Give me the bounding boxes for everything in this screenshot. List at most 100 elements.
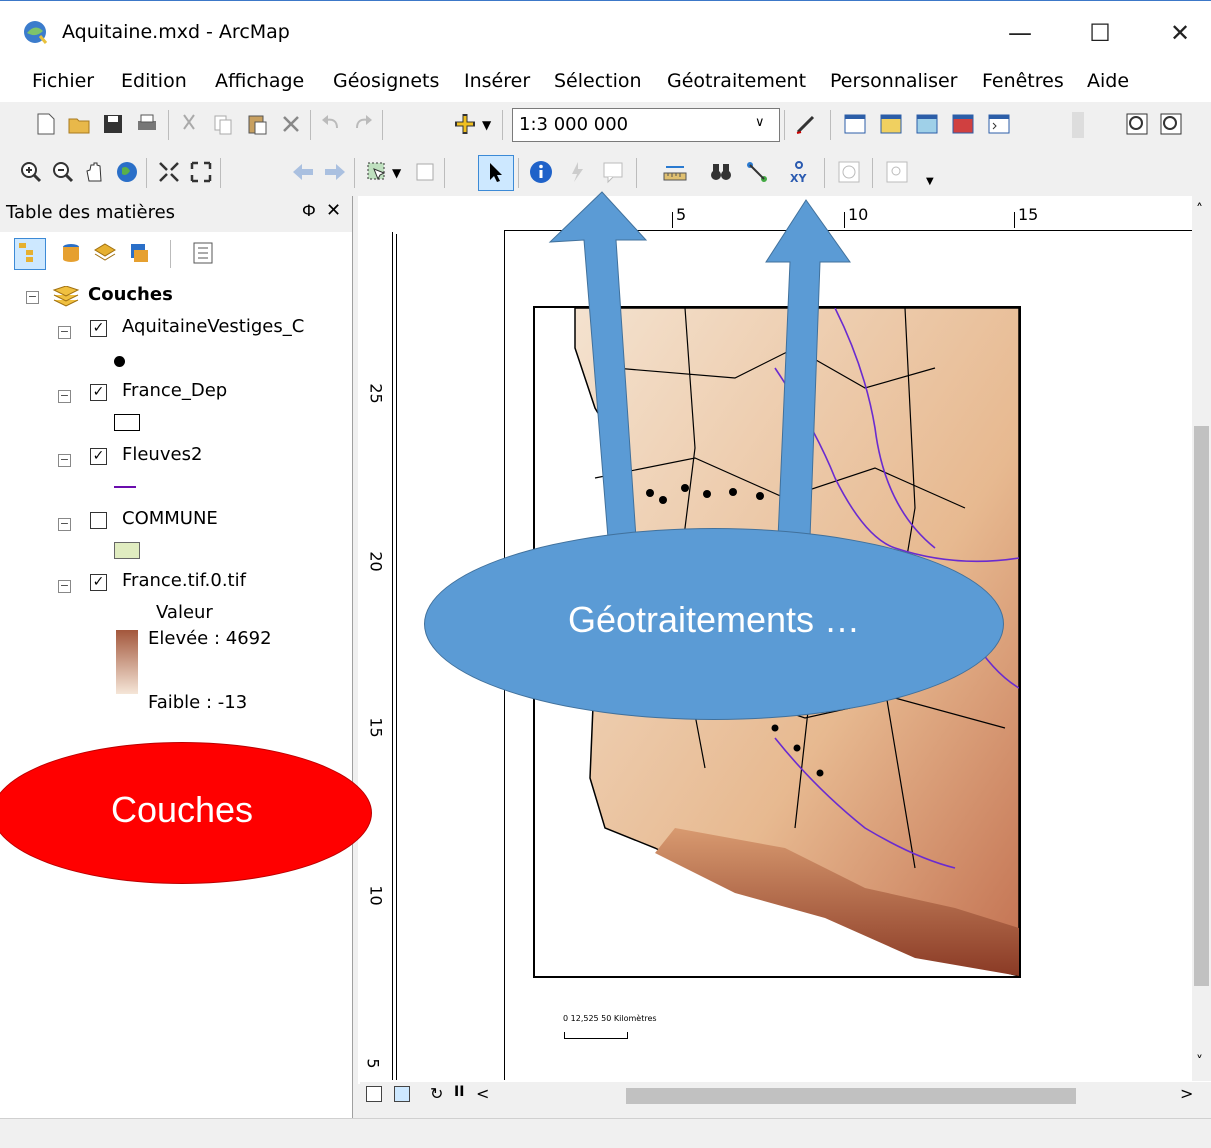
title-bar: Aquitaine.mxd - ArcMap — ☐ ✕	[0, 0, 1211, 63]
layer-name[interactable]: France.tif.0.tif	[122, 570, 246, 591]
zoom-in-icon[interactable]	[18, 159, 44, 185]
menu-fichier[interactable]: Fichier	[32, 70, 94, 92]
scalebar	[564, 1032, 628, 1039]
menu-personnaliser[interactable]: Personnaliser	[830, 70, 958, 92]
callout-text: Couches	[110, 789, 254, 830]
data-view-icon[interactable]	[366, 1086, 382, 1102]
add-data-dropdown-icon[interactable]: ▼	[482, 118, 491, 132]
layer-visibility-checkbox[interactable]	[90, 512, 107, 529]
copy-icon[interactable]	[210, 111, 236, 137]
line-symbol-icon[interactable]	[114, 486, 136, 488]
menu-affichage[interactable]: Affichage	[215, 70, 304, 92]
scroll-thumb[interactable]	[1194, 426, 1209, 986]
table-of-contents-window-icon[interactable]	[842, 111, 868, 137]
vertical-scrollbar[interactable]: ˄ ˅	[1192, 196, 1211, 1081]
menu-fenetres[interactable]: Fenêtres	[982, 70, 1064, 92]
refresh-icon[interactable]: ↻	[430, 1084, 443, 1103]
layer-name[interactable]: COMMUNE	[122, 508, 218, 529]
point-symbol-icon[interactable]	[114, 356, 125, 367]
open-folder-icon[interactable]	[66, 111, 92, 137]
collapse-layer-icon[interactable]: −	[58, 580, 71, 593]
editor-pencil-icon[interactable]	[793, 111, 819, 137]
pin-icon[interactable]: Ф	[302, 201, 316, 220]
collapse-layer-icon[interactable]: −	[58, 518, 71, 531]
back-extent-icon[interactable]	[290, 159, 316, 185]
ruler-label: 20	[366, 551, 386, 572]
catalog-window-icon[interactable]	[878, 111, 904, 137]
collapse-layer-icon[interactable]: −	[58, 390, 71, 403]
drawing-order-icon	[19, 243, 33, 262]
menu-selection[interactable]: Sélection	[554, 70, 642, 92]
scalebar-text: 0 12,525 50 Kilomètres	[563, 1014, 657, 1023]
list-by-drawing-order-button[interactable]	[14, 238, 46, 270]
delete-icon[interactable]	[278, 111, 304, 137]
ruler-label: 10	[366, 885, 386, 906]
menu-geotraitement[interactable]: Géotraitement	[667, 70, 806, 92]
menu-geosignets[interactable]: Géosignets	[333, 70, 439, 92]
zoom-out-icon[interactable]	[50, 159, 76, 185]
arctoolbox-icon[interactable]	[950, 111, 976, 137]
print-icon[interactable]	[134, 111, 160, 137]
standard-toolbar: ▼ 1:3 000 000 ∨	[0, 102, 1211, 148]
options-icon[interactable]	[190, 240, 216, 266]
new-document-icon[interactable]	[33, 111, 59, 137]
layer-name[interactable]: AquitaineVestiges_C	[122, 316, 304, 337]
scroll-left-icon[interactable]: <	[476, 1084, 489, 1103]
scroll-down-icon[interactable]: ˅	[1196, 1054, 1203, 1070]
clear-selection-icon[interactable]	[412, 159, 438, 185]
scroll-up-icon[interactable]: ˄	[1196, 202, 1203, 218]
cut-icon[interactable]	[176, 111, 202, 137]
raster-legend-high: Elevée : 4692	[148, 628, 272, 649]
layer-name[interactable]: Fleuves2	[122, 444, 202, 465]
minimize-button[interactable]: —	[1000, 15, 1040, 51]
fixed-zoom-in-icon[interactable]	[156, 159, 182, 185]
pan-hand-icon[interactable]	[82, 159, 108, 185]
layer-visibility-checkbox[interactable]: ✓	[90, 574, 107, 591]
polygon-symbol-icon[interactable]	[114, 414, 140, 431]
search-window-icon[interactable]	[914, 111, 940, 137]
save-icon[interactable]	[100, 111, 126, 137]
zoom-out-fixed-icon[interactable]	[1158, 111, 1184, 137]
scroll-right-icon[interactable]: >	[1180, 1084, 1193, 1103]
ruler-corner	[358, 196, 504, 232]
layer-visibility-checkbox[interactable]: ✓	[90, 384, 107, 401]
map-scale-select[interactable]: 1:3 000 000 ∨	[512, 108, 780, 142]
toolbar-overflow-icon[interactable]	[1072, 112, 1084, 138]
viewer-window-icon[interactable]	[884, 159, 910, 185]
close-panel-icon[interactable]: ✕	[326, 200, 341, 221]
fixed-zoom-out-icon[interactable]	[188, 159, 214, 185]
chevron-down-icon[interactable]: ∨	[755, 115, 765, 130]
python-window-icon[interactable]	[986, 111, 1012, 137]
scroll-thumb[interactable]	[626, 1088, 1076, 1104]
full-extent-globe-icon[interactable]	[114, 159, 140, 185]
list-by-source-icon[interactable]	[58, 240, 84, 266]
collapse-layer-icon[interactable]: −	[58, 454, 71, 467]
redo-icon[interactable]	[350, 111, 376, 137]
zoom-in-fixed-icon[interactable]	[1124, 111, 1150, 137]
pause-drawing-icon[interactable]: II	[454, 1084, 464, 1100]
paste-icon[interactable]	[244, 111, 270, 137]
raster-legend-low: Faible : -13	[148, 692, 248, 713]
collapse-couches-icon[interactable]: −	[26, 291, 39, 304]
horizontal-scrollbar[interactable]: ↻ II < >	[360, 1082, 1211, 1110]
layout-view-icon[interactable]	[394, 1086, 410, 1102]
menu-aide[interactable]: Aide	[1087, 70, 1129, 92]
layer-name[interactable]: France_Dep	[122, 380, 227, 401]
menu-inserer[interactable]: Insérer	[464, 70, 530, 92]
collapse-layer-icon[interactable]: −	[58, 326, 71, 339]
forward-extent-icon[interactable]	[322, 159, 348, 185]
list-by-selection-icon[interactable]	[126, 240, 152, 266]
select-features-icon[interactable]	[364, 159, 390, 185]
select-dropdown-icon[interactable]: ▼	[392, 166, 401, 180]
layer-visibility-checkbox[interactable]: ✓	[90, 448, 107, 465]
close-button[interactable]: ✕	[1160, 15, 1200, 51]
list-by-visibility-icon[interactable]	[92, 240, 118, 266]
commune-symbol-icon[interactable]	[114, 542, 140, 559]
toolbar-options-icon[interactable]: ▼	[926, 176, 934, 187]
layer-visibility-checkbox[interactable]: ✓	[90, 320, 107, 337]
maximize-button[interactable]: ☐	[1080, 15, 1120, 51]
undo-icon[interactable]	[318, 111, 344, 137]
menu-edition[interactable]: Edition	[121, 70, 187, 92]
toc-header: Table des matières Ф ✕	[0, 196, 352, 232]
add-data-icon[interactable]	[452, 111, 478, 137]
